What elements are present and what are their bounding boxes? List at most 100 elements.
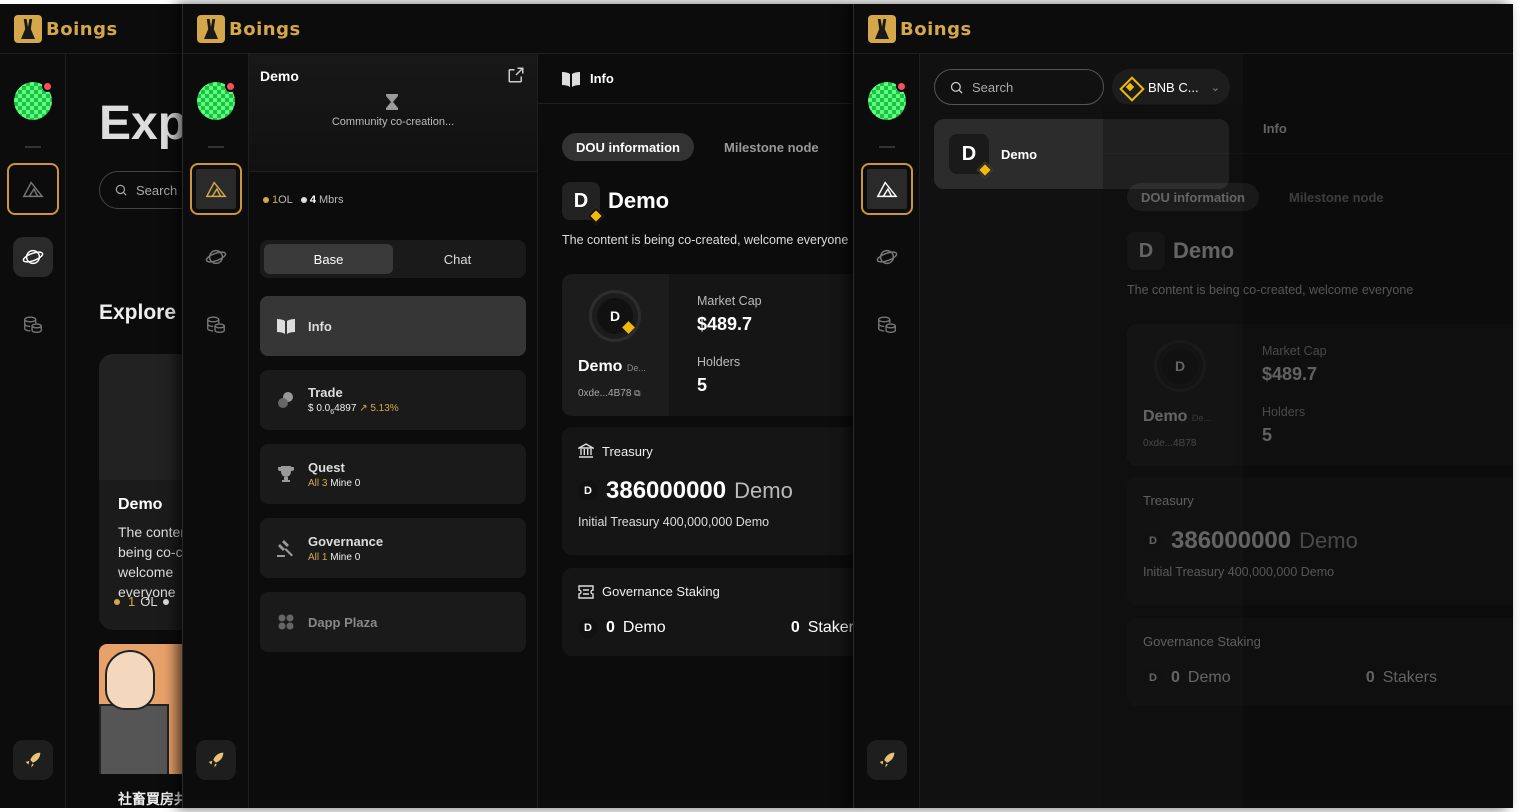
ol-label: OL (278, 194, 293, 206)
token-mini-icon: D (1143, 668, 1163, 688)
staking-row: D 0 Demo 0 Stakers (1143, 668, 1437, 688)
side-rail (854, 54, 920, 808)
mountain-icon (205, 181, 227, 198)
top-bar: Boings (183, 4, 854, 54)
info-header-label: Info (1263, 121, 1287, 136)
coins-nav-button[interactable] (196, 305, 236, 345)
selector-search-input[interactable]: Search (934, 69, 1104, 105)
treasury-amount: D 386000000 Demo (578, 477, 793, 505)
tab-dou-information: DOU information (1127, 183, 1259, 211)
token-ring: D (589, 290, 641, 342)
notification-dot (896, 81, 907, 92)
market-stats: Market Cap $489.7 Holders 5 (669, 274, 790, 416)
nav-trade[interactable]: Trade $ 0.064897 ↗ 5.13% (260, 370, 526, 430)
planet-nav-button[interactable] (13, 237, 53, 277)
stakers: 0 Stakers (1366, 669, 1437, 687)
members-count: 4 (309, 194, 316, 206)
trophy-icon (276, 464, 296, 484)
rocket-button[interactable] (196, 740, 236, 780)
rocket-button[interactable] (13, 740, 53, 780)
tab-dou-information[interactable]: DOU information (562, 133, 694, 161)
avatar[interactable] (14, 81, 53, 120)
nav-trade-label: Trade (308, 384, 343, 400)
avatar[interactable] (868, 81, 907, 120)
book-icon (562, 71, 580, 87)
page-title: Exp (99, 97, 188, 150)
brand-name: Boings (900, 18, 972, 40)
rail-divider (25, 146, 41, 148)
copy-icon[interactable]: ⧉ (634, 388, 640, 398)
grid-icon (276, 612, 296, 632)
coins-nav-button[interactable] (13, 305, 53, 345)
bank-icon (578, 443, 594, 458)
treasury-unit: Demo (734, 478, 793, 503)
planet-icon (22, 249, 44, 265)
quest-mine-label: Mine (330, 477, 352, 489)
mountain-nav-button[interactable] (7, 163, 59, 215)
ol-label: OL (140, 594, 158, 609)
nav-dapp-plaza[interactable]: Dapp Plaza (260, 592, 526, 652)
top-bar: Boings (854, 4, 1513, 54)
planet-nav-button[interactable] (196, 237, 236, 277)
token-name-text: Demo (1143, 408, 1188, 425)
rocket-button[interactable] (867, 740, 907, 780)
logo-icon (14, 15, 42, 43)
search-placeholder: Search (136, 182, 178, 198)
logo-icon (197, 15, 225, 43)
brand-logo[interactable]: Boings (868, 15, 972, 43)
tab-milestone-node[interactable]: Milestone node (710, 133, 833, 161)
brand-name: Boings (46, 18, 118, 40)
tab-base[interactable]: Base (264, 244, 393, 274)
nav-quest-label: Quest (308, 459, 345, 475)
external-link-icon[interactable] (507, 66, 525, 84)
market-card: D Demo De... 0xde...4B78 Market Cap $489… (1127, 324, 1513, 466)
nav-info-label: Info (308, 318, 332, 334)
token-summary: D Demo De... 0xde...4B78 ⧉ (562, 274, 669, 416)
top-bar: Boings (0, 4, 200, 54)
quest-all-count: 3 (321, 477, 328, 489)
dou-title-row: D Demo (1127, 232, 1234, 270)
mountain-nav-button[interactable] (861, 163, 913, 215)
search-icon (950, 81, 963, 94)
segment-control: Base Chat (260, 240, 526, 278)
avatar[interactable] (197, 81, 236, 120)
nav-dapp-label: Dapp Plaza (308, 614, 378, 630)
mountain-nav-button[interactable] (190, 163, 242, 215)
trade-icon (276, 390, 296, 410)
treasury-value: 386000000 (1171, 527, 1292, 554)
brand-logo[interactable]: Boings (14, 15, 118, 43)
market-cap-value: $489.7 (697, 314, 753, 334)
info-content: Info DOU information Milestone node D De… (538, 54, 854, 808)
coins-icon (24, 316, 42, 334)
book-icon (276, 316, 296, 336)
dou-title: Demo (1173, 238, 1235, 263)
price-change: ↗ 5.13% (359, 402, 399, 414)
badge-letter: D (573, 189, 589, 212)
address-text: 0xde...4B78 (578, 388, 632, 399)
token-letter: D (609, 308, 621, 324)
dou-badge: D (949, 134, 994, 179)
brand-logo[interactable]: Boings (197, 15, 301, 43)
market-cap-label: Market Cap (1262, 344, 1327, 358)
badge-letter: D (1138, 239, 1154, 262)
gavel-icon (276, 538, 296, 558)
coins-nav-button[interactable] (867, 305, 907, 345)
nav-governance[interactable]: Governance All 1 Mine 0 (260, 518, 526, 578)
staking-row: D 0 Demo 0 Stakers (578, 618, 854, 638)
side-rail (0, 54, 66, 808)
tab-chat[interactable]: Chat (393, 244, 522, 274)
planet-icon (205, 249, 227, 265)
planet-nav-button[interactable] (867, 237, 907, 277)
treasury-initial: Initial Treasury 400,000,000 Demo (1143, 565, 1335, 579)
nav-quest[interactable]: Quest All 3 Mine 0 (260, 444, 526, 504)
info-content-copy: Info DOU information Milestone node D De… (1103, 104, 1513, 808)
token-ring: D (1154, 340, 1206, 392)
quest-counts: All 3 Mine 0 (308, 478, 360, 489)
treasury-amount: D 386000000 Demo (1143, 527, 1358, 555)
dou-badge: D (1127, 232, 1165, 270)
nav-info[interactable]: Info (260, 296, 526, 356)
token-symbol: De... (626, 363, 646, 373)
treasury-value: 386000000 (606, 477, 727, 504)
gov-all-label: All (308, 551, 320, 563)
token-address[interactable]: 0xde...4B78 ⧉ (578, 388, 641, 399)
